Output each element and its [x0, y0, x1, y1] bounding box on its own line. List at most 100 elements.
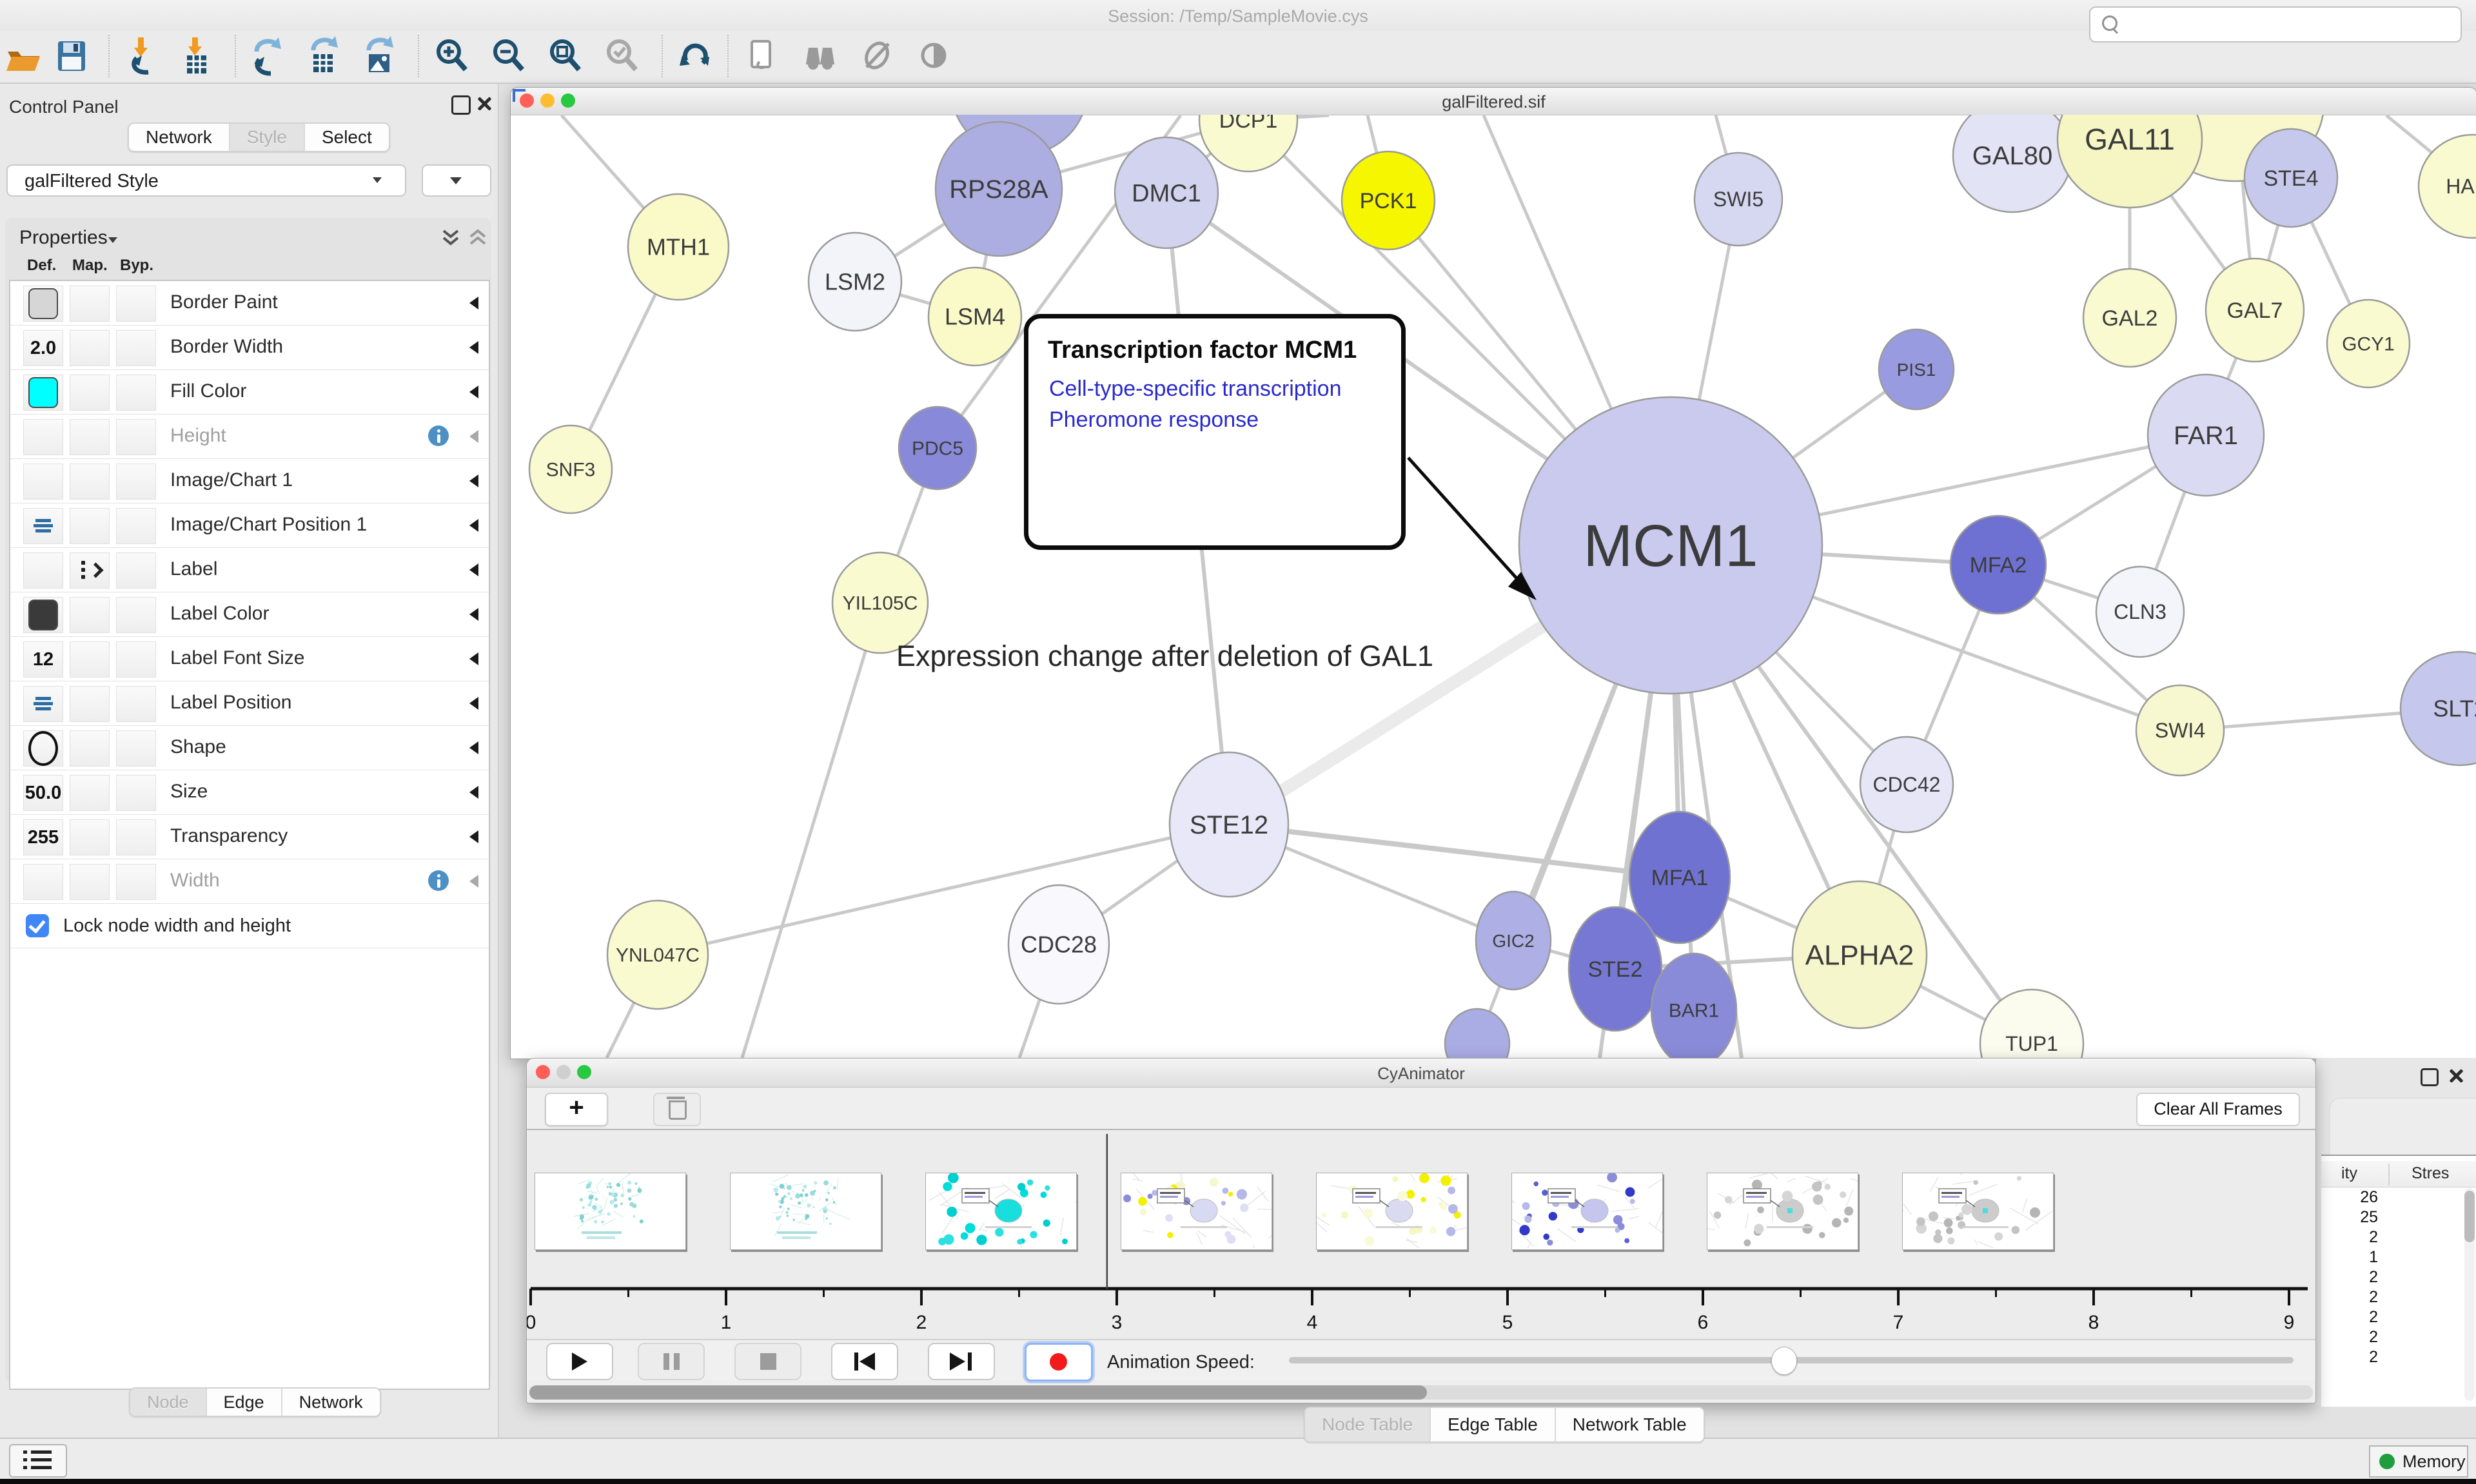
- property-row[interactable]: Height: [10, 415, 489, 459]
- table-row[interactable]: 1: [2321, 1248, 2383, 1268]
- style-selector[interactable]: galFiltered Style: [6, 164, 406, 197]
- property-row[interactable]: 255Transparency: [10, 815, 489, 859]
- property-def-cell[interactable]: [23, 552, 63, 589]
- node-rps28a[interactable]: RPS28A: [936, 122, 1062, 256]
- property-byp-cell[interactable]: [116, 775, 156, 811]
- open-session-icon[interactable]: [5, 36, 43, 76]
- annotation-box[interactable]: Transcription factor MCM1 Cell-type-spec…: [1024, 314, 1406, 550]
- property-map-cell[interactable]: [70, 819, 110, 855]
- property-byp-cell[interactable]: [116, 330, 156, 366]
- node-snf3[interactable]: SNF3: [529, 425, 612, 513]
- task-history-button[interactable]: [9, 1444, 67, 1478]
- collapse-arrow-icon[interactable]: [469, 297, 478, 309]
- property-byp-cell[interactable]: [116, 419, 156, 455]
- property-def-cell[interactable]: [23, 686, 63, 722]
- node-far1[interactable]: FAR1: [2148, 375, 2264, 496]
- tab-network[interactable]: Network: [129, 124, 229, 151]
- property-def-cell[interactable]: [23, 864, 63, 900]
- clear-all-frames-button[interactable]: Clear All Frames: [2136, 1093, 2300, 1126]
- property-row[interactable]: Image/Chart Position 1: [10, 503, 489, 548]
- table-row[interactable]: 25: [2321, 1208, 2383, 1228]
- property-map-cell[interactable]: [70, 730, 110, 766]
- collapse-arrow-icon[interactable]: [469, 341, 478, 354]
- property-byp-cell[interactable]: [116, 641, 156, 678]
- skip-to-start-button[interactable]: [831, 1343, 898, 1380]
- frame-thumbnail-0[interactable]: [535, 1173, 686, 1250]
- property-byp-cell[interactable]: [116, 552, 156, 589]
- skip-to-end-button[interactable]: [928, 1343, 995, 1380]
- collapse-arrow-icon[interactable]: [469, 474, 478, 487]
- float-panel-icon[interactable]: [451, 95, 471, 115]
- style-options-button[interactable]: [422, 164, 491, 197]
- paste-icon[interactable]: [743, 36, 780, 76]
- node-dmc1[interactable]: DMC1: [1115, 137, 1218, 248]
- property-map-cell[interactable]: [70, 508, 110, 544]
- property-row[interactable]: Width: [10, 859, 489, 904]
- node-gic2[interactable]: GIC2: [1476, 892, 1551, 990]
- node-ynl047c[interactable]: YNL047C: [607, 901, 708, 1009]
- node-gcy1[interactable]: GCY1: [2327, 300, 2410, 387]
- property-byp-cell[interactable]: [116, 686, 156, 722]
- node-gal80[interactable]: GAL80: [1953, 115, 2072, 212]
- properties-header[interactable]: Properties: [19, 227, 108, 249]
- node-dcp1[interactable]: DCP1: [1199, 115, 1297, 171]
- property-map-cell[interactable]: [70, 330, 110, 366]
- node-cdc42[interactable]: CDC42: [1860, 737, 1953, 832]
- property-byp-cell[interactable]: [116, 464, 156, 500]
- zoom-out-icon[interactable]: [490, 36, 527, 76]
- frame-thumbnail-6[interactable]: [1707, 1173, 1858, 1250]
- table-row[interactable]: 2: [2321, 1288, 2383, 1308]
- node-gal2[interactable]: GAL2: [2083, 269, 2176, 367]
- table-row[interactable]: 2: [2321, 1328, 2383, 1348]
- node-gal11[interactable]: GAL11: [2058, 115, 2202, 208]
- lock-row[interactable]: Lock node width and height: [10, 904, 489, 948]
- info-icon[interactable]: [428, 870, 449, 891]
- property-def-cell[interactable]: [23, 286, 63, 322]
- node-cln3[interactable]: CLN3: [2096, 567, 2184, 657]
- node-ste4[interactable]: STE4: [2245, 129, 2337, 227]
- close-panel-icon[interactable]: [476, 95, 493, 112]
- lock-size-checkbox[interactable]: [26, 914, 49, 937]
- tab-network-table[interactable]: Network Table: [1555, 1408, 1704, 1441]
- timeline-area[interactable]: 0123456789Seconds: [527, 1129, 2315, 1340]
- table-row[interactable]: 2: [2321, 1308, 2383, 1328]
- column-divider[interactable]: [2388, 1164, 2390, 1186]
- frame-thumbnail-2[interactable]: [925, 1173, 1077, 1250]
- node-cdc28[interactable]: CDC28: [1008, 885, 1109, 1004]
- property-byp-cell[interactable]: [116, 286, 156, 322]
- node-gal7[interactable]: GAL7: [2206, 259, 2304, 362]
- node-lsm2[interactable]: LSM2: [809, 233, 901, 331]
- collapse-arrow-icon[interactable]: [469, 741, 478, 754]
- property-map-cell[interactable]: [70, 775, 110, 811]
- node-mfa2[interactable]: MFA2: [1950, 516, 2046, 614]
- collapse-arrow-icon[interactable]: [469, 830, 478, 843]
- property-byp-cell[interactable]: [116, 730, 156, 766]
- collapse-arrow-icon[interactable]: [469, 652, 478, 665]
- column-header-centrality[interactable]: ity: [2321, 1164, 2357, 1183]
- delete-frame-button[interactable]: [653, 1093, 701, 1126]
- property-def-cell[interactable]: 255: [23, 819, 63, 855]
- collapse-arrow-icon[interactable]: [469, 697, 478, 710]
- property-def-cell[interactable]: [23, 375, 63, 411]
- table-row[interactable]: 2: [2321, 1348, 2383, 1368]
- column-header-stress[interactable]: Stres: [2412, 1164, 2449, 1183]
- collapse-arrow-icon[interactable]: [469, 875, 478, 888]
- network-canvas[interactable]: RPS28BMTH1LSM2LSM4RPS28ADMC1DCP1PCK1SNF3…: [511, 115, 2476, 1059]
- table-row[interactable]: 2: [2321, 1268, 2383, 1288]
- node-smallp[interactable]: [1445, 1009, 1509, 1059]
- node-pdc5[interactable]: PDC5: [899, 407, 976, 489]
- zoom-in-icon[interactable]: [433, 36, 471, 76]
- node-alpha2[interactable]: ALPHA2: [1793, 881, 1927, 1028]
- scrollbar-thumb[interactable]: [529, 1385, 1427, 1400]
- search-input[interactable]: [2089, 6, 2462, 43]
- property-def-cell[interactable]: [23, 508, 63, 544]
- import-table-icon[interactable]: [177, 36, 214, 76]
- close-panel-icon[interactable]: [2448, 1068, 2464, 1084]
- tab-style[interactable]: Style: [229, 124, 304, 151]
- property-byp-cell[interactable]: [116, 819, 156, 855]
- property-row[interactable]: Label Position: [10, 681, 489, 726]
- timeline-scrollbar[interactable]: [529, 1385, 2313, 1400]
- property-row[interactable]: Label: [10, 548, 489, 592]
- hide-selected-icon[interactable]: [859, 36, 896, 76]
- property-row[interactable]: Fill Color: [10, 370, 489, 415]
